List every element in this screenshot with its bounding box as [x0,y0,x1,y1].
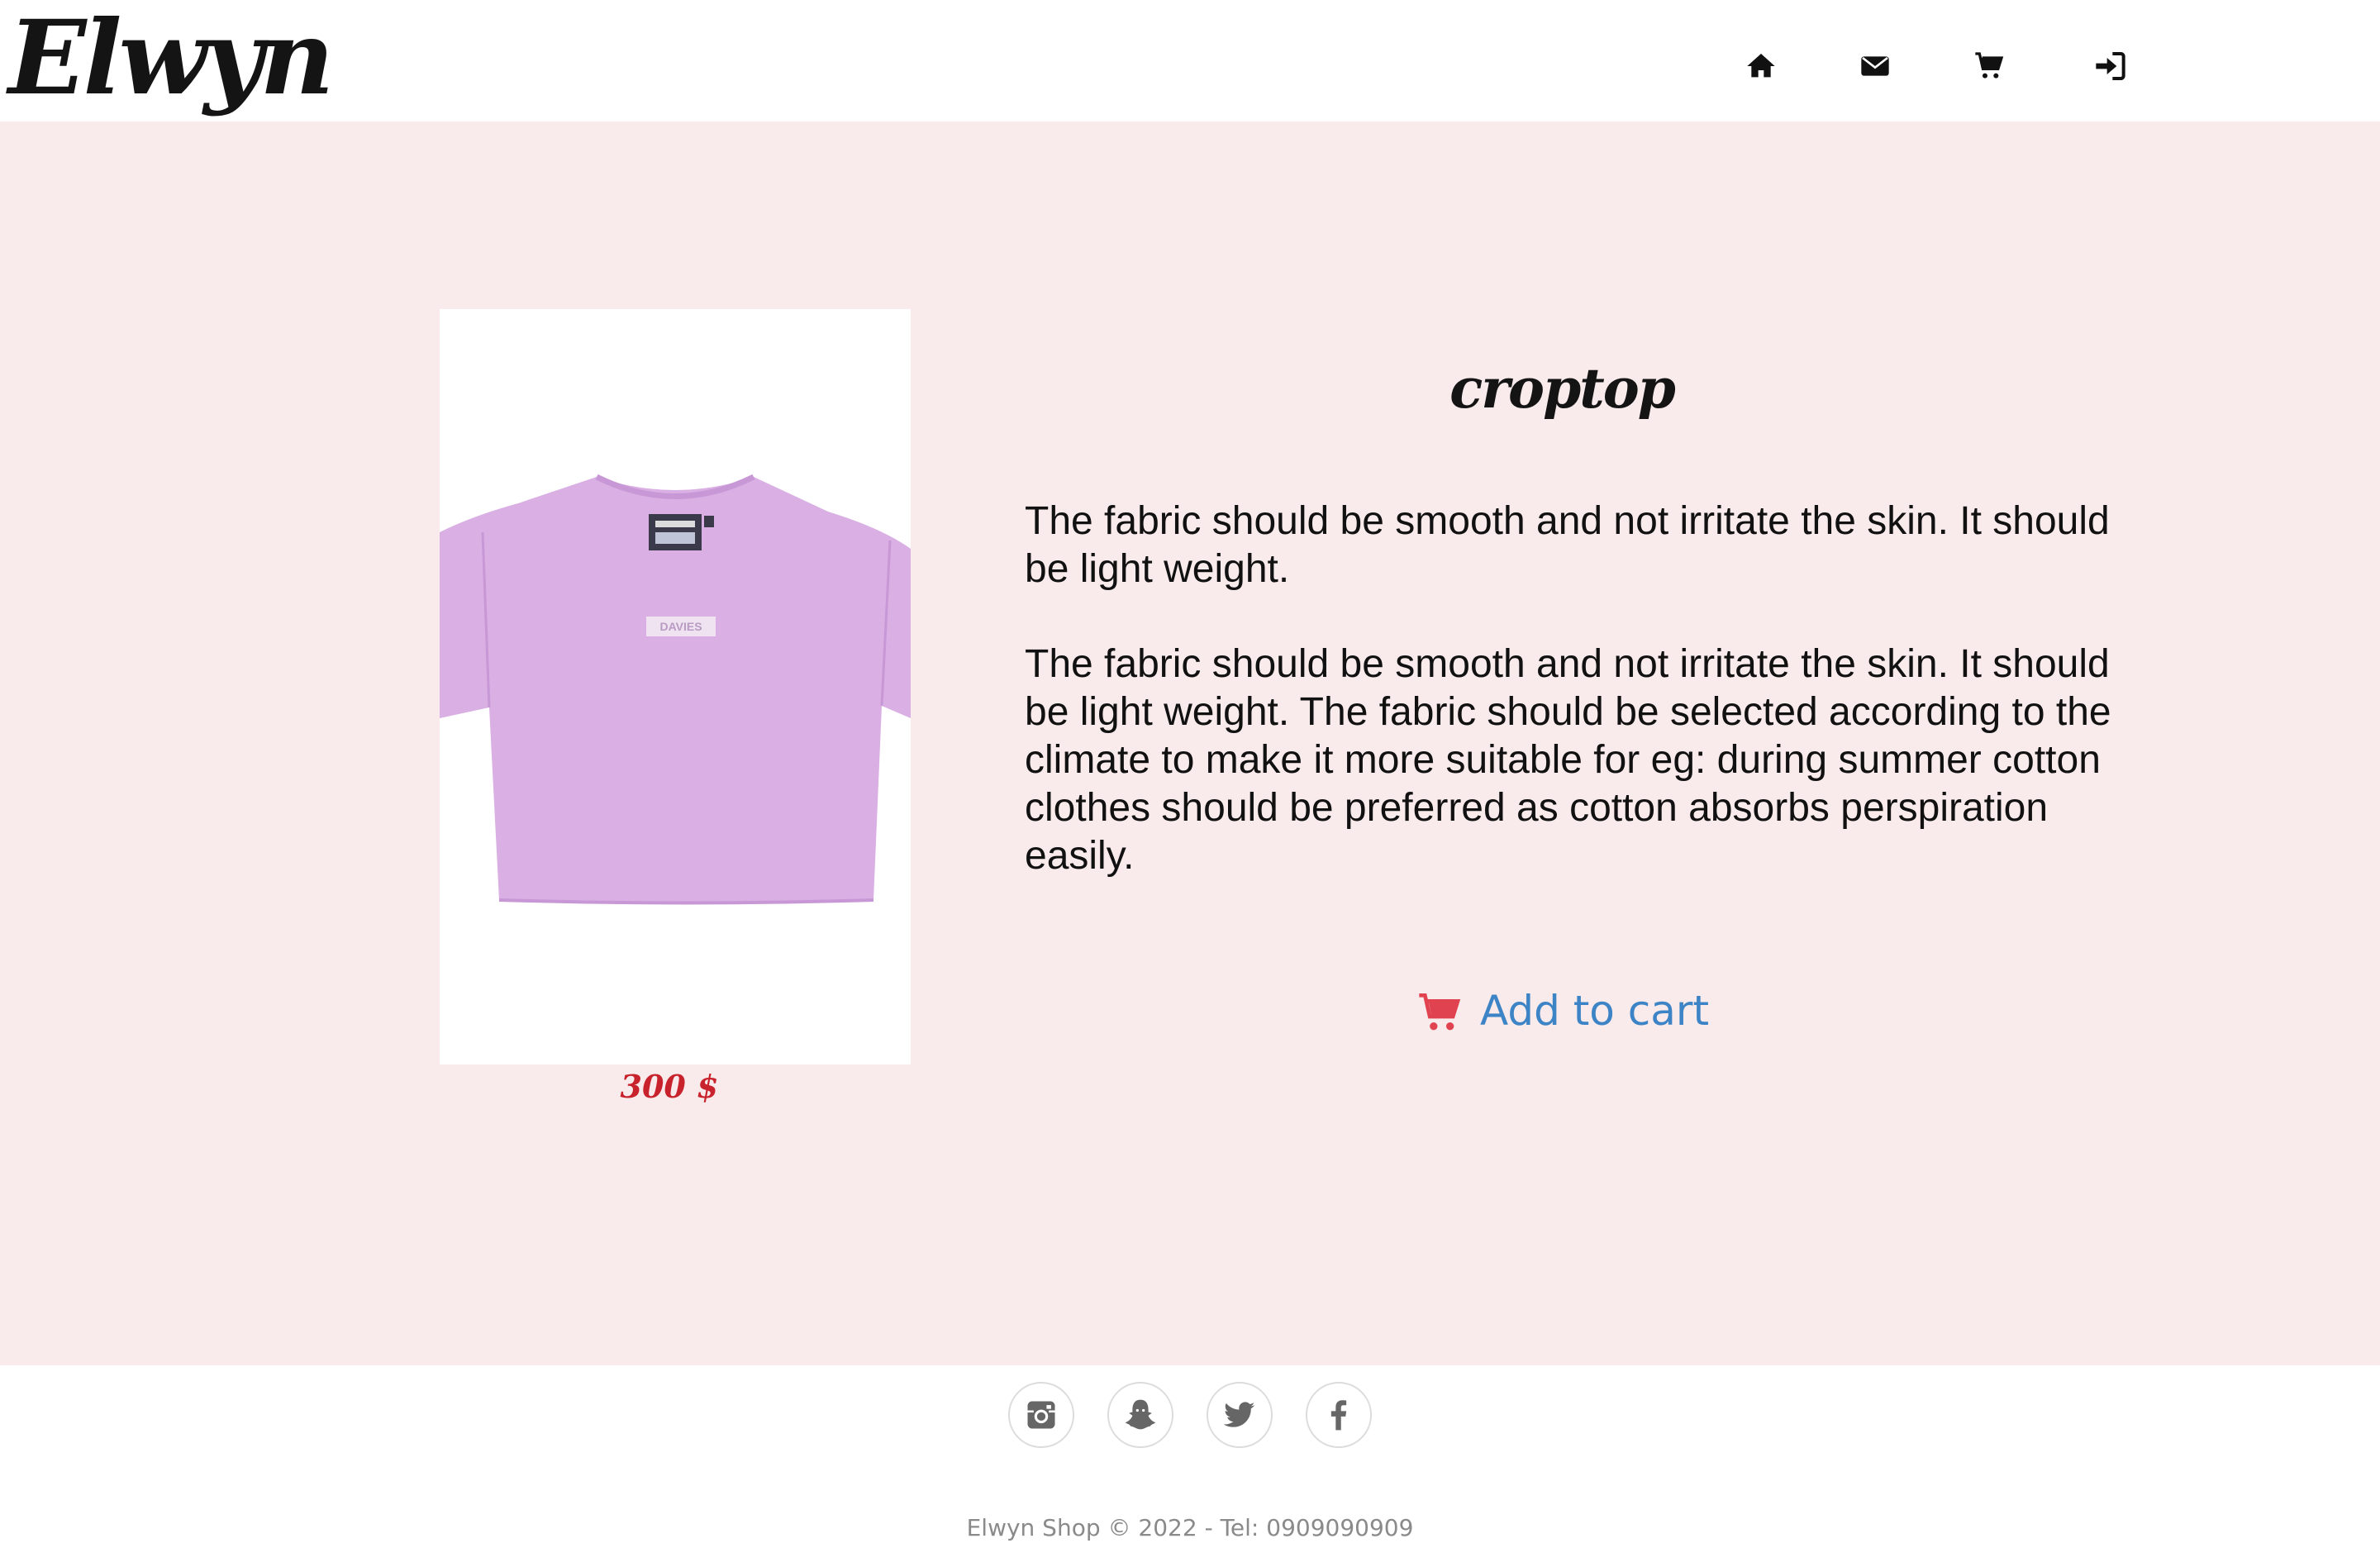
product-description-long: The fabric should be smooth and not irri… [1025,642,2111,878]
croptop-shirt-image: DAVIES [440,309,911,1065]
shopping-cart-icon [1419,993,1461,1031]
add-to-cart-label: Add to cart [1480,987,1710,1035]
envelope-icon[interactable] [1855,46,1895,86]
product-price: 300 $ [620,1068,719,1105]
facebook-icon[interactable] [1306,1382,1372,1448]
snapchat-icon[interactable] [1107,1382,1173,1448]
copyright-text: Elwyn Shop © 2022 - Tel: 0909090909 [966,1514,1414,1541]
site-header: Elwyn [0,0,2380,121]
product-description-short: The fabric should be smooth and not irri… [1025,499,2110,591]
sign-in-icon[interactable] [2090,46,2130,86]
twitter-icon[interactable] [1207,1382,1273,1448]
product-section: DAVIES 300 $ croptop The fabric should b… [0,121,2380,1365]
cart-icon[interactable] [1969,46,2009,86]
site-footer: Elwyn Shop © 2022 - Tel: 0909090909 [0,1365,2380,1567]
product-image[interactable]: DAVIES [440,309,911,1065]
instagram-icon[interactable] [1008,1382,1074,1448]
home-icon[interactable] [1741,46,1781,86]
add-to-cart-button[interactable]: Add to cart [1417,978,1709,1044]
main-nav [0,46,2380,86]
product-title: croptop [1449,356,1676,421]
shirt-print-text: DAVIES [659,620,702,633]
